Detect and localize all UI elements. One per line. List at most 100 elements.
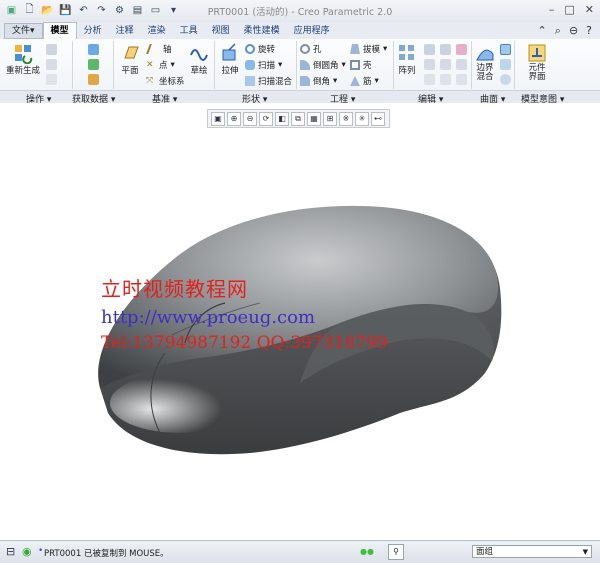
sweep-icon	[245, 60, 255, 70]
fill-icon[interactable]	[500, 44, 511, 55]
pattern-button[interactable]: 阵列	[396, 42, 418, 76]
mirror-icon[interactable]	[424, 44, 435, 55]
point-icon: ✕	[146, 60, 154, 70]
watermark-title: 立时视频教程网	[101, 277, 248, 301]
datum-display-icon[interactable]: ⊞	[323, 111, 337, 126]
sweep-button[interactable]: 扫描 ▾	[245, 59, 282, 71]
maximize-icon[interactable]: □	[564, 3, 574, 16]
chamfer-icon	[300, 76, 310, 86]
separator	[393, 41, 394, 89]
pattern-icon	[396, 42, 418, 64]
offset-icon[interactable]	[440, 59, 451, 70]
point-dropdown-icon[interactable]: ▾	[171, 60, 175, 70]
saved-orientations-icon[interactable]: ⧉	[291, 111, 305, 126]
boundary-blend-icon	[474, 42, 496, 64]
round-label: 倒圆角	[313, 61, 339, 71]
shrinkwrap-icon[interactable]	[88, 59, 99, 70]
draft-dropdown-icon[interactable]: ▾	[383, 44, 387, 54]
chamfer-button[interactable]: 倒角 ▾	[300, 75, 337, 87]
browser-toggle-icon[interactable]: ◉	[22, 545, 32, 558]
navigator-toggle-icon[interactable]: ⊟	[6, 545, 15, 558]
tab-annotate[interactable]: 注释	[109, 23, 141, 39]
revolve-button[interactable]: 旋转	[245, 43, 275, 55]
draft-label: 拔模	[363, 45, 381, 55]
refit-icon[interactable]: ▣	[211, 111, 225, 126]
component-interface-icon	[526, 42, 548, 64]
extrude-button[interactable]: 拉伸	[219, 42, 241, 76]
annotation-display-icon[interactable]: ※	[339, 111, 353, 126]
swept-blend-button[interactable]: 扫描混合	[245, 75, 292, 87]
ribbon-tabs: 文件▾ 模型 分析 注释 渲染 工具 视图 柔性建模 应用程序 ⌃ ⌕ ⊖ ?	[0, 22, 600, 39]
chamfer-dropdown-icon[interactable]: ▾	[333, 76, 337, 86]
zoom-in-icon[interactable]: ⊕	[227, 111, 241, 126]
tab-file[interactable]: 文件▾	[4, 23, 43, 39]
extend-icon[interactable]	[440, 44, 451, 55]
tab-applications[interactable]: 应用程序	[287, 23, 337, 39]
extrude-icon	[219, 42, 241, 64]
plane-button[interactable]: 平面	[119, 42, 141, 76]
plane-label: 平面	[121, 66, 139, 76]
tab-model[interactable]: 模型	[42, 22, 77, 39]
minimize-ribbon-icon[interactable]: ⌃	[538, 24, 547, 38]
draft-button[interactable]: 拔模 ▾	[350, 43, 387, 55]
tab-flexible-modeling[interactable]: 柔性建模	[237, 23, 287, 39]
minimize-icon[interactable]: –	[549, 3, 555, 16]
shell-label: 壳	[363, 61, 372, 71]
close-icon[interactable]: ✕	[585, 3, 594, 16]
selection-filter-value: 面组	[476, 547, 494, 557]
csys-label: 坐标系	[159, 77, 185, 87]
hole-button[interactable]: 孔	[300, 43, 322, 55]
csys-display-icon[interactable]: ⊷	[371, 111, 385, 126]
spin-center-icon[interactable]: ✳	[355, 111, 369, 126]
tab-analysis[interactable]: 分析	[77, 23, 109, 39]
copy-icon[interactable]	[46, 44, 57, 55]
rib-button[interactable]: 筋 ▾	[350, 75, 379, 87]
sketch-button[interactable]: 草绘	[188, 42, 210, 76]
copy-geometry-icon[interactable]	[88, 44, 99, 55]
boundary-blend-button[interactable]: 边界 混合	[474, 42, 496, 82]
intersect-icon[interactable]	[440, 74, 451, 85]
separator	[296, 41, 297, 89]
delete-icon[interactable]	[46, 74, 57, 85]
repaint-icon[interactable]: ⟳	[259, 111, 273, 126]
regenerate-button[interactable]: 重新生成	[6, 42, 40, 76]
selection-filter[interactable]: 面组 ▼	[472, 545, 592, 558]
component-interface-button[interactable]: 元件 界面	[526, 42, 548, 82]
rib-dropdown-icon[interactable]: ▾	[375, 76, 379, 86]
axis-button[interactable]: 轴	[146, 43, 172, 55]
point-button[interactable]: ✕ 点 ▾	[146, 59, 175, 71]
round-button[interactable]: 倒圆角 ▾	[300, 59, 346, 71]
style-icon[interactable]	[500, 59, 511, 70]
sketch-label: 草绘	[190, 66, 208, 76]
project-icon[interactable]	[456, 44, 467, 55]
csys-button[interactable]: ⤧ 坐标系	[146, 75, 185, 87]
sweep-dropdown-icon[interactable]: ▾	[278, 60, 282, 70]
find-icon[interactable]: ⚲	[388, 544, 404, 560]
chamfer-label: 倒角	[313, 77, 331, 87]
view-manager-icon[interactable]: ▦	[307, 111, 321, 126]
regen-status-icon: ●●	[360, 547, 374, 556]
thicken-icon[interactable]	[456, 59, 467, 70]
tab-render[interactable]: 渲染	[141, 23, 173, 39]
solidify-icon[interactable]	[456, 74, 467, 85]
settings-icon[interactable]: ⊖	[569, 24, 578, 38]
shell-button[interactable]: 壳	[350, 59, 372, 71]
axis-label: 轴	[163, 45, 172, 55]
paste-icon[interactable]	[46, 59, 57, 70]
tab-view[interactable]: 视图	[205, 23, 237, 39]
title-bar: ▣ 🗋 📂 💾 ↶ ↷ ⚙ ▤ ▭ ▾ PRT0001 (活动的) - Creo…	[0, 0, 600, 23]
display-style-icon[interactable]: ◧	[275, 111, 289, 126]
zoom-out-icon[interactable]: ⊖	[243, 111, 257, 126]
freestyle-icon[interactable]	[500, 74, 511, 85]
status-message: PRT0001 已被复制到 MOUSE。	[44, 549, 169, 559]
plane-icon	[119, 42, 141, 64]
trim-icon[interactable]	[424, 59, 435, 70]
round-dropdown-icon[interactable]: ▾	[342, 60, 346, 70]
search-icon[interactable]: ⌕	[555, 24, 561, 38]
hole-icon	[300, 44, 310, 54]
merge-icon[interactable]	[88, 74, 99, 85]
axis-icon	[146, 44, 162, 54]
tab-tools[interactable]: 工具	[173, 23, 205, 39]
merge-surface-icon[interactable]	[424, 74, 435, 85]
help-icon[interactable]: ?	[586, 24, 592, 38]
